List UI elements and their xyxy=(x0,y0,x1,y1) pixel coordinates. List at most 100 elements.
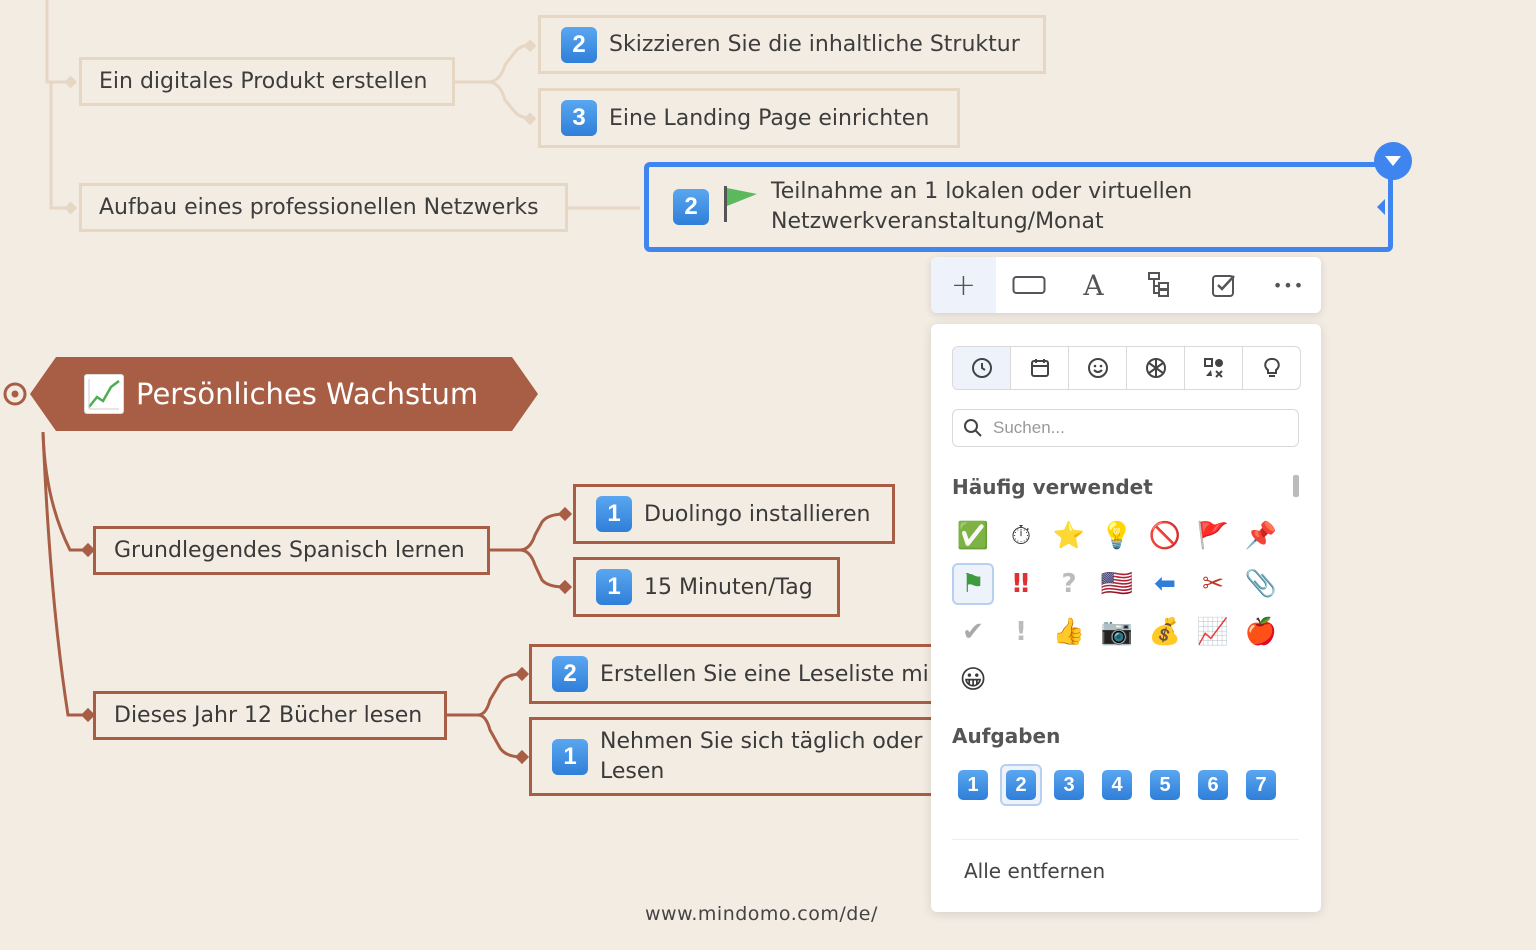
priority-number: 4 xyxy=(1102,770,1132,800)
scissors-icon[interactable]: ✂ xyxy=(1192,563,1234,605)
paperclip-icon[interactable]: 📎 xyxy=(1240,563,1282,605)
search-input[interactable] xyxy=(991,417,1285,439)
left-arrow-icon[interactable]: ⬅ xyxy=(1144,563,1186,605)
lightbulb-icon[interactable]: 💡 xyxy=(1096,515,1138,557)
double-exclamation-icon[interactable]: ‼ xyxy=(1000,563,1042,605)
task-priority-5-icon[interactable]: 5 xyxy=(1144,764,1186,806)
layout-button[interactable] xyxy=(1126,257,1191,313)
task-priority-2-icon[interactable]: 2 xyxy=(1000,764,1042,806)
tab-calendar[interactable] xyxy=(1011,347,1069,389)
subtask-outline-structure[interactable]: 2 Skizzieren Sie die inhaltliche Struktu… xyxy=(538,15,1046,74)
text-style-icon: A xyxy=(1083,268,1104,302)
task-priority-6-icon[interactable]: 6 xyxy=(1192,764,1234,806)
task-priority-7-icon[interactable]: 7 xyxy=(1240,764,1282,806)
priority-number: 7 xyxy=(1246,770,1276,800)
branch-network[interactable]: Aufbau eines professionellen Netzwerks xyxy=(79,183,568,232)
priority-number: 2 xyxy=(1006,770,1036,800)
thumbs-up-icon[interactable]: 👍 xyxy=(1048,611,1090,653)
icon-category-tabs xyxy=(952,346,1301,390)
branch-label: Aufbau eines professionellen Netzwerks xyxy=(99,195,539,220)
topic-toolbar: + A ••• xyxy=(931,257,1321,313)
more-button[interactable]: ••• xyxy=(1256,257,1321,313)
chart-increasing-icon xyxy=(84,374,124,414)
subtask-label: Erstellen Sie eine Leseliste mi xyxy=(600,661,929,687)
star-icon[interactable]: ⭐ xyxy=(1048,515,1090,557)
icon-search-field[interactable] xyxy=(952,409,1299,447)
tab-symbols[interactable] xyxy=(1185,347,1243,389)
subtask-label: Duolingo installieren xyxy=(644,501,871,527)
branch-label: Grundlegendes Spanisch lernen xyxy=(114,538,465,563)
priority-number: 5 xyxy=(1150,770,1180,800)
camera-icon[interactable]: 📷 xyxy=(1096,611,1138,653)
task-priority-1-icon[interactable]: 1 xyxy=(952,764,994,806)
scrollbar[interactable] xyxy=(1293,475,1299,497)
money-bag-icon[interactable]: 💰 xyxy=(1144,611,1186,653)
topic-menu-toggle[interactable] xyxy=(1374,142,1412,180)
search-icon xyxy=(964,419,982,437)
tab-recent[interactable] xyxy=(953,347,1011,389)
task-priority-3-icon[interactable]: 3 xyxy=(1048,764,1090,806)
tab-objects[interactable] xyxy=(1243,347,1300,389)
tab-smileys[interactable] xyxy=(1069,347,1127,389)
apple-icon[interactable]: 🍎 xyxy=(1240,611,1282,653)
icon-picker-panel: Häufig verwendet ✅⏱⭐💡🚫🚩📌 ⚑‼?🇺🇸⬅✂📎 ✔!👍📷💰📈🍎 😀… xyxy=(931,324,1321,912)
priority-number: 1 xyxy=(958,770,988,800)
resize-handle[interactable] xyxy=(1377,199,1385,215)
task-priority-badge: 1 xyxy=(596,496,632,532)
shape-button[interactable] xyxy=(996,257,1061,313)
grey-exclamation-icon[interactable]: ! xyxy=(1000,611,1042,653)
text-style-button[interactable]: A xyxy=(1061,257,1126,313)
task-priority-4-icon[interactable]: 4 xyxy=(1096,764,1138,806)
subtask-duolingo[interactable]: 1 Duolingo installieren xyxy=(573,484,895,544)
selected-topic-networking-event[interactable]: 2 Teilnahme an 1 lokalen oder virtuellen… xyxy=(644,162,1393,252)
grey-check-icon[interactable]: ✔ xyxy=(952,611,994,653)
subtask-label: Nehmen Sie sich täglich oder Lesen xyxy=(600,728,923,784)
branch-label: Ein digitales Produkt erstellen xyxy=(99,69,428,94)
branch-learn-spanish[interactable]: Grundlegendes Spanisch lernen xyxy=(93,526,490,575)
red-flag-icon[interactable]: 🚩 xyxy=(1192,515,1234,557)
smiley-icon xyxy=(1087,358,1108,378)
check-mark-icon[interactable]: ✅ xyxy=(952,515,994,557)
task-priority-badge: 3 xyxy=(561,100,597,136)
tasks-title: Aufgaben xyxy=(952,724,1061,748)
branch-digital-product[interactable]: Ein digitales Produkt erstellen xyxy=(79,57,455,106)
green-flag-icon[interactable]: ⚑ xyxy=(952,563,994,605)
task-priority-badge: 2 xyxy=(673,189,709,225)
subtask-landing-page[interactable]: 3 Eine Landing Page einrichten xyxy=(538,88,960,148)
remove-all-button[interactable]: Alle entfernen xyxy=(964,859,1105,883)
layout-tree-icon xyxy=(1147,272,1169,297)
task-checkbox-icon xyxy=(1211,275,1235,297)
green-flag-icon xyxy=(721,184,759,230)
tab-sports[interactable] xyxy=(1127,347,1185,389)
subtask-label: Skizzieren Sie die inhaltliche Struktur xyxy=(609,32,1020,57)
branch-read-books[interactable]: Dieses Jahr 12 Bücher lesen xyxy=(93,691,447,740)
add-icon: + xyxy=(950,267,977,303)
frequently-used-title: Häufig verwendet xyxy=(952,475,1153,499)
subtask-label: 15 Minuten/Tag xyxy=(644,574,813,600)
question-mark-icon[interactable]: ? xyxy=(1048,563,1090,605)
subtask-daily-reading[interactable]: 1 Nehmen Sie sich täglich oder Lesen xyxy=(529,717,949,796)
shape-icon xyxy=(1012,276,1045,294)
task-priority-badge: 1 xyxy=(552,738,588,775)
subtask-label: Eine Landing Page einrichten xyxy=(609,105,930,131)
subtask-reading-list[interactable]: 2 Erstellen Sie eine Leseliste mi xyxy=(529,644,949,704)
task-button[interactable] xyxy=(1191,257,1256,313)
root-topic[interactable]: Persönliches Wachstum xyxy=(84,357,478,431)
priority-number: 3 xyxy=(1054,770,1084,800)
more-icon: ••• xyxy=(1272,275,1305,295)
prohibited-icon[interactable]: 🚫 xyxy=(1144,515,1186,557)
chart-increasing-icon[interactable]: 📈 xyxy=(1192,611,1234,653)
frequently-used-grid: ✅ ⏱ ⭐ 💡 🚫 🚩 📌 ⚑ ‼? 🇺🇸 ⬅ ✂ 📎 ✔! 👍 📷 💰 📈 🍎 😀 xyxy=(952,515,1288,707)
grinning-face-icon[interactable]: 😀 xyxy=(952,659,994,701)
footer-url: www.mindomo.com/de/ xyxy=(645,903,878,925)
calendar-icon xyxy=(1030,359,1049,377)
subtask-15-minutes[interactable]: 1 15 Minuten/Tag xyxy=(573,557,840,617)
pushpin-icon[interactable]: 📌 xyxy=(1240,515,1282,557)
stopwatch-icon[interactable]: ⏱ xyxy=(1000,515,1042,557)
recent-clock-icon xyxy=(971,358,992,378)
sports-ball-icon xyxy=(1145,358,1166,378)
task-priority-badge: 2 xyxy=(552,656,588,692)
topic-label: Teilnahme an 1 lokalen oder virtuellen N… xyxy=(771,179,1193,234)
add-button[interactable]: + xyxy=(931,257,996,313)
us-flag-icon[interactable]: 🇺🇸 xyxy=(1096,563,1138,605)
